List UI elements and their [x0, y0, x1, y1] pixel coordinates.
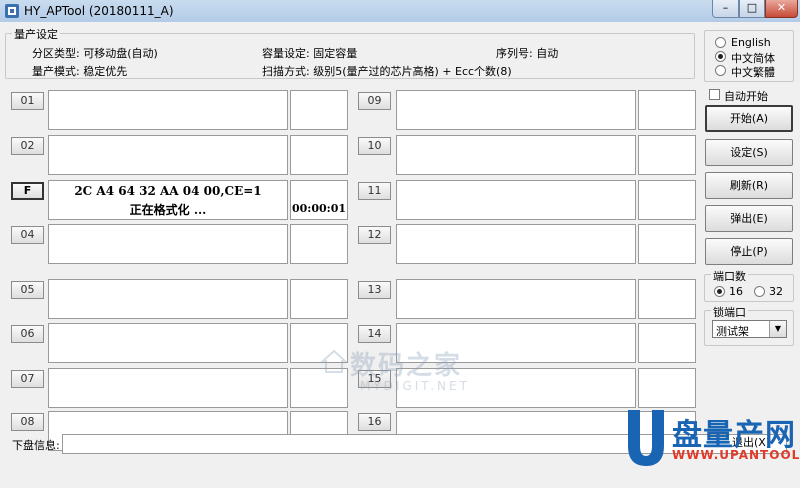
- watermark-center-title: 数码之家: [350, 351, 463, 381]
- maximize-button[interactable]: □: [739, 0, 765, 18]
- port-status-right-4: [396, 224, 636, 264]
- port-timer-right-2: [638, 135, 696, 175]
- port-chip-info: 2C A4 64 32 AA 04 00,CE=1: [74, 184, 262, 198]
- port-timer-right-6: [638, 323, 696, 363]
- title-bar[interactable]: HY_APTool (20180111_A) – □ ✕: [0, 0, 800, 23]
- port-status-left-1: [48, 90, 288, 130]
- refresh-button[interactable]: 刷新(R): [705, 172, 793, 199]
- scan-mode-label: 扫描方式: 级别5(量产过的芯片高格) + Ecc个数(8): [262, 65, 512, 78]
- port-status-right-5: [396, 279, 636, 319]
- watermark-logo: 盘量产网 WWW.UPANTOOL.COM: [622, 404, 800, 482]
- auto-start-label: 自动开始: [724, 90, 768, 103]
- lock-port-legend: 锁端口: [711, 304, 748, 320]
- house-icon: [320, 349, 348, 373]
- serial-label: 序列号: 自动: [496, 47, 559, 60]
- port-button-left-1[interactable]: 01: [11, 92, 44, 110]
- port-count-radio-32[interactable]: [754, 286, 765, 297]
- port-button-right-1[interactable]: 09: [358, 92, 391, 110]
- port-timer-right-4: [638, 224, 696, 264]
- language-label-3: 中文繁體: [731, 66, 775, 79]
- port-timer-right-7: [638, 368, 696, 408]
- port-status-left-5: [48, 279, 288, 319]
- port-button-right-6[interactable]: 14: [358, 325, 391, 343]
- port-timer-right-5: [638, 279, 696, 319]
- port-button-right-4[interactable]: 12: [358, 226, 391, 244]
- auto-start-checkbox[interactable]: [709, 89, 720, 100]
- port-progress-text: 正在格式化 ...: [129, 203, 207, 217]
- port-button-left-7[interactable]: 07: [11, 370, 44, 388]
- port-button-left-3[interactable]: F: [11, 182, 44, 200]
- start-button[interactable]: 开始(A): [705, 105, 793, 132]
- production-mode-label: 量产模式: 稳定优先: [32, 65, 128, 78]
- language-radio-3[interactable]: [715, 65, 726, 76]
- port-button-right-2[interactable]: 10: [358, 137, 391, 155]
- port-timer-right-3: [638, 180, 696, 220]
- watermark-center: 数码之家 MYDIGIT.NET: [320, 343, 490, 398]
- language-radio-1[interactable]: [715, 37, 726, 48]
- settings-button[interactable]: 设定(S): [705, 139, 793, 166]
- capacity-label: 容量设定: 固定容量: [262, 47, 358, 60]
- lock-port-value: 测试架: [716, 325, 749, 338]
- port-status-left-2: [48, 135, 288, 175]
- partition-type-label: 分区类型: 可移动盘(自动): [32, 47, 158, 60]
- port-status-right-1: [396, 90, 636, 130]
- chevron-down-icon[interactable]: ▼: [769, 321, 786, 337]
- port-timer-left-2: [290, 135, 348, 175]
- port-status-left-4: [48, 224, 288, 264]
- settings-legend: 量产设定: [12, 26, 60, 42]
- port-status-left-7: [48, 368, 288, 408]
- port-timer-left-3: 00:00:01: [290, 180, 348, 220]
- port-status-right-3: [396, 180, 636, 220]
- port-button-right-3[interactable]: 11: [358, 182, 391, 200]
- minimize-button[interactable]: –: [712, 0, 739, 18]
- eject-button[interactable]: 弹出(E): [705, 205, 793, 232]
- watermark-center-sub: MYDIGIT.NET: [360, 379, 470, 393]
- port-timer-left-1: [290, 90, 348, 130]
- port-count-legend: 端口数: [711, 268, 748, 284]
- language-label-1: English: [731, 36, 771, 49]
- port-button-right-8[interactable]: 16: [358, 413, 391, 431]
- port-count-radio-16[interactable]: [714, 286, 725, 297]
- window-title: HY_APTool (20180111_A): [24, 4, 174, 18]
- port-timer-text: 00:00:01: [291, 202, 347, 215]
- port-button-left-2[interactable]: 02: [11, 137, 44, 155]
- language-radio-2[interactable]: [715, 51, 726, 62]
- watermark-logo-url: WWW.UPANTOOL.COM: [672, 448, 800, 462]
- port-status-left-6: [48, 323, 288, 363]
- port-timer-right-1: [638, 90, 696, 130]
- port-status-left-3: 2C A4 64 32 AA 04 00,CE=1 正在格式化 ...: [48, 180, 288, 220]
- u-logo-icon: [628, 410, 664, 466]
- info-label: 下盘信息:: [12, 439, 60, 452]
- port-count-label-16: 16: [729, 285, 743, 298]
- port-button-right-5[interactable]: 13: [358, 281, 391, 299]
- close-button[interactable]: ✕: [765, 0, 798, 18]
- port-status-right-2: [396, 135, 636, 175]
- port-timer-left-5: [290, 279, 348, 319]
- port-button-left-4[interactable]: 04: [11, 226, 44, 244]
- port-count-label-32: 32: [769, 285, 783, 298]
- lock-port-select[interactable]: 测试架 ▼: [712, 320, 787, 338]
- app-icon: [5, 4, 19, 18]
- port-button-left-5[interactable]: 05: [11, 281, 44, 299]
- port-button-left-6[interactable]: 06: [11, 325, 44, 343]
- port-timer-left-4: [290, 224, 348, 264]
- stop-button[interactable]: 停止(P): [705, 238, 793, 265]
- port-button-left-8[interactable]: 08: [11, 413, 44, 431]
